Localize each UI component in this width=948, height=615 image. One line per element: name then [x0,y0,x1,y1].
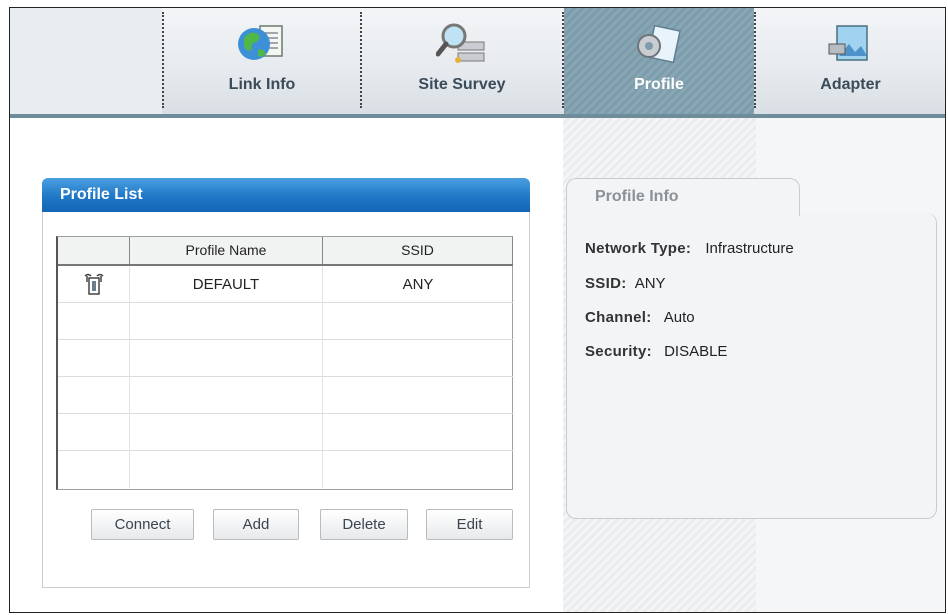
table-row[interactable]: DEFAULT ANY [58,266,513,303]
network-type-line: Network Type: Infrastructure [585,240,794,257]
ssid-label: SSID: [585,275,627,292]
channel-label: Channel: [585,309,652,326]
channel-value: Auto [663,309,695,326]
magnifier-network-icon [436,23,485,63]
table-row[interactable] [58,340,513,377]
ssid-line: SSID: ANY [585,275,666,292]
panel-title: Profile Info [595,188,679,205]
tab-link-info[interactable]: Link Info [164,8,360,114]
profile-name-cell [130,340,323,377]
row-icon-cell [58,303,130,340]
profile-table: Profile Name SSID DEFAULT ANY [56,236,513,490]
connected-adapter-icon [83,273,104,295]
tab-label: Link Info [228,76,296,93]
profile-name-cell [130,377,323,414]
tab-adapter[interactable]: Adapter [756,8,945,114]
table-header: Profile Name SSID [58,237,513,266]
tab-site-survey[interactable]: Site Survey [362,8,562,114]
profile-list-header: Profile List [42,178,530,212]
profile-name-cell [130,451,323,488]
utility-window: Link Info Site Survey Profile Adapter Pr… [9,7,946,613]
column-header-ssid[interactable]: SSID [323,237,513,264]
gear-document-icon [637,24,681,64]
profile-info-panel [566,213,937,519]
tab-label: Site Survey [418,76,506,93]
profile-name-cell [130,303,323,340]
network-type-value: Infrastructure [705,240,794,257]
row-icon-cell [58,266,130,303]
column-header-icon[interactable] [58,237,130,264]
panel-title: Profile List [60,186,143,203]
table-row[interactable] [58,377,513,414]
profile-name-cell: DEFAULT [130,266,323,303]
network-type-label: Network Type: [585,240,692,257]
profile-name-cell [130,414,323,451]
ssid-cell: ANY [402,276,434,293]
row-icon-cell [58,340,130,377]
nav-spacer [10,8,162,114]
ssid-cell [323,303,513,340]
ssid-cell [323,340,513,377]
security-value: DISABLE [664,343,728,360]
channel-line: Channel: Auto [585,309,695,326]
connect-button[interactable]: Connect [91,509,194,540]
tab-label: Profile [634,76,684,93]
globe-document-icon [238,25,283,60]
adapter-card-icon [828,25,868,61]
add-button[interactable]: Add [213,509,299,540]
tab-profile[interactable]: Profile [564,8,754,114]
row-icon-cell [58,377,130,414]
delete-button[interactable]: Delete [320,509,408,540]
table-row[interactable] [58,451,513,488]
ssid-value: ANY [634,275,666,292]
ssid-cell [323,377,513,414]
ssid-cell [323,414,513,451]
table-row[interactable] [58,303,513,340]
security-label: Security: [585,343,652,360]
security-line: Security: DISABLE [585,343,727,360]
profile-info-tab: Profile Info [566,178,800,216]
edit-button[interactable]: Edit [426,509,513,540]
table-row[interactable] [58,414,513,451]
row-icon-cell [58,414,130,451]
top-nav: Link Info Site Survey Profile Adapter [10,8,945,118]
tab-label: Adapter [820,76,881,93]
row-icon-cell [58,451,130,488]
ssid-cell [323,451,513,488]
column-header-profile-name[interactable]: Profile Name [130,237,323,264]
